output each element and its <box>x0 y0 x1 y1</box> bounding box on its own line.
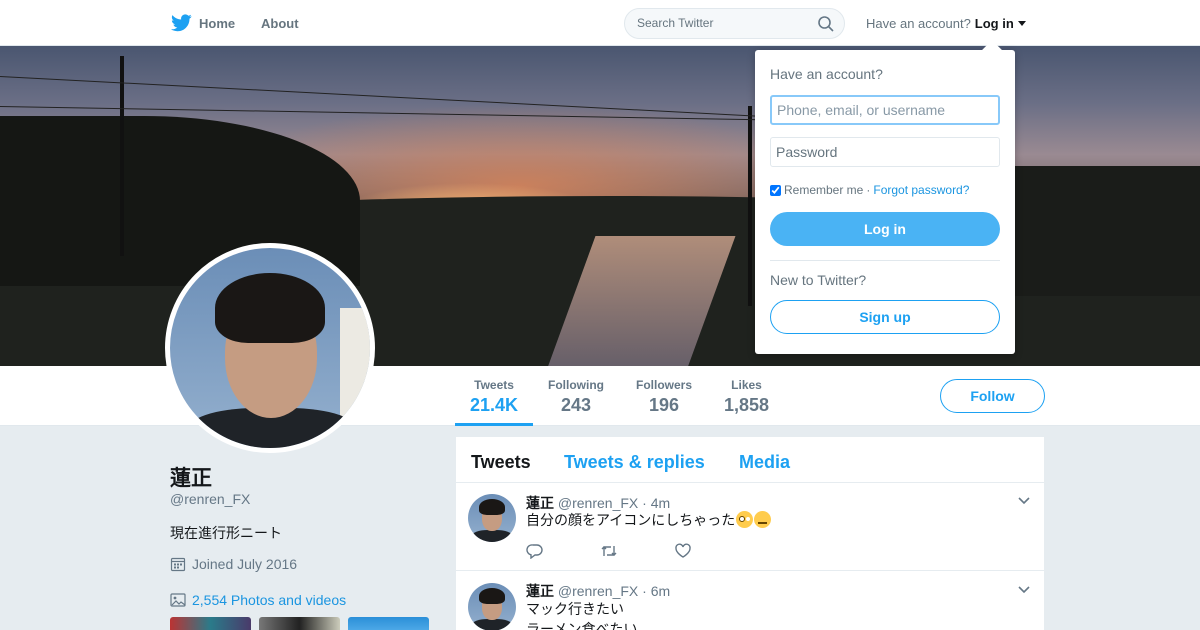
login-dropdown-title: Have an account? <box>770 66 883 82</box>
stat-label: Followers <box>636 378 693 392</box>
stat-value: 21.4K <box>470 395 519 415</box>
tweet-text-line-2: ラーメン食べたい <box>526 621 638 630</box>
tweet-timestamp[interactable]: · 4m <box>642 495 670 511</box>
tweet-timestamp[interactable]: · 6m <box>642 583 670 599</box>
remember-me-row: Remember me · Forgot password? <box>770 183 969 197</box>
login-dropdown: Have an account? Remember me · Forgot pa… <box>755 50 1015 354</box>
chevron-down-icon[interactable] <box>1018 497 1030 505</box>
stat-label: Tweets <box>474 378 514 392</box>
tweet-author-name[interactable]: 蓮正 <box>526 495 554 511</box>
tweet-avatar[interactable] <box>468 583 516 630</box>
stat-followers[interactable]: Followers 196 <box>636 378 692 416</box>
tweet-text: マック行きたい <box>526 601 624 617</box>
media-thumbnail[interactable] <box>259 617 340 630</box>
profile-name[interactable]: 蓮正 <box>170 462 212 492</box>
tweet-header: 蓮正 @renren_FX · 6m <box>526 581 670 601</box>
password-field[interactable] <box>770 137 1000 167</box>
image-icon <box>170 593 186 607</box>
follow-button[interactable]: Follow <box>940 379 1045 413</box>
tab-media[interactable]: Media <box>739 452 790 473</box>
divider <box>770 260 1000 261</box>
reply-icon[interactable] <box>526 543 544 559</box>
chevron-down-icon[interactable] <box>1018 586 1030 594</box>
stat-value: 243 <box>560 395 592 415</box>
nav-about-link[interactable]: About <box>261 0 299 46</box>
stat-label: Following <box>548 378 604 392</box>
search-box[interactable] <box>624 8 845 39</box>
tweet-text-content: 自分の顔をアイコンにしちゃった <box>526 512 736 528</box>
stat-label: Likes <box>731 378 762 392</box>
profile-handle[interactable]: @renren_FX <box>170 491 250 507</box>
login-button[interactable]: Log in <box>770 212 1000 246</box>
stat-likes[interactable]: Likes 1,858 <box>724 378 769 416</box>
have-account-text: Have an account? <box>866 15 971 31</box>
stat-value: 196 <box>648 395 680 415</box>
nav-about-label: About <box>261 15 299 31</box>
photos-videos-label: 2,554 Photos and videos <box>192 592 347 608</box>
profile-bio: 現在進行形ニート <box>170 525 282 541</box>
username-field[interactable] <box>770 95 1000 125</box>
remember-me-checkbox[interactable] <box>770 184 781 196</box>
stat-value: 1,858 <box>724 395 770 415</box>
signup-button[interactable]: Sign up <box>770 300 1000 334</box>
calendar-icon <box>170 557 186 572</box>
top-navigation: Home About Have an account? Log in <box>0 0 1200 46</box>
account-prompt: Have an account? Log in <box>866 0 1026 46</box>
active-stat-indicator <box>455 423 533 426</box>
tweet-author-handle[interactable]: @renren_FX <box>558 583 638 599</box>
search-icon[interactable] <box>818 16 834 32</box>
login-dropdown-toggle[interactable]: Log in <box>975 16 1026 31</box>
nav-home-label: Home <box>199 15 236 31</box>
stat-tweets[interactable]: Tweets 21.4K <box>470 378 518 416</box>
tweet-author-name[interactable]: 蓮正 <box>526 583 554 599</box>
forgot-password-link[interactable]: Forgot password? <box>873 183 969 197</box>
joined-text: Joined July 2016 <box>192 556 298 572</box>
like-heart-icon[interactable] <box>674 543 692 559</box>
tweet-item[interactable]: 蓮正 @renren_FX · 6m マック行きたい ラーメン食べたい <box>456 571 1044 630</box>
tab-tweets-replies[interactable]: Tweets & replies <box>564 452 705 473</box>
flushed-face-emoji-icon <box>736 511 754 528</box>
twitter-bird-icon <box>171 14 192 32</box>
remember-me-label[interactable]: Remember me <box>784 183 863 197</box>
search-input[interactable] <box>637 16 807 30</box>
tab-tweets[interactable]: Tweets <box>471 452 531 473</box>
timeline-tabs: Tweets Tweets & replies Media <box>456 437 1044 483</box>
tweet-text: 自分の顔をアイコンにしちゃった <box>526 510 772 530</box>
profile-joined: Joined July 2016 <box>170 556 297 572</box>
tweet-item[interactable]: 蓮正 @renren_FX · 4m 自分の顔をアイコンにしちゃった <box>456 483 1044 571</box>
separator-dot: · <box>866 183 871 197</box>
nav-home-link[interactable]: Home <box>171 0 235 46</box>
tweet-actions <box>526 543 692 559</box>
neutral-face-emoji-icon <box>754 511 772 528</box>
stat-following[interactable]: Following 243 <box>548 378 604 416</box>
tweet-author-handle[interactable]: @renren_FX <box>558 495 638 511</box>
photos-videos-link[interactable]: 2,554 Photos and videos <box>170 592 346 608</box>
caret-down-icon <box>1017 21 1026 26</box>
new-to-twitter-text: New to Twitter? <box>770 272 867 288</box>
login-link-label: Log in <box>974 15 1014 31</box>
profile-avatar[interactable] <box>165 243 375 453</box>
media-thumbnail[interactable] <box>170 617 251 630</box>
timeline: Tweets Tweets & replies Media 蓮正 @renren… <box>456 437 1044 630</box>
media-thumbnail[interactable] <box>348 617 429 630</box>
tweet-avatar[interactable] <box>468 494 516 542</box>
retweet-icon[interactable] <box>600 543 618 559</box>
